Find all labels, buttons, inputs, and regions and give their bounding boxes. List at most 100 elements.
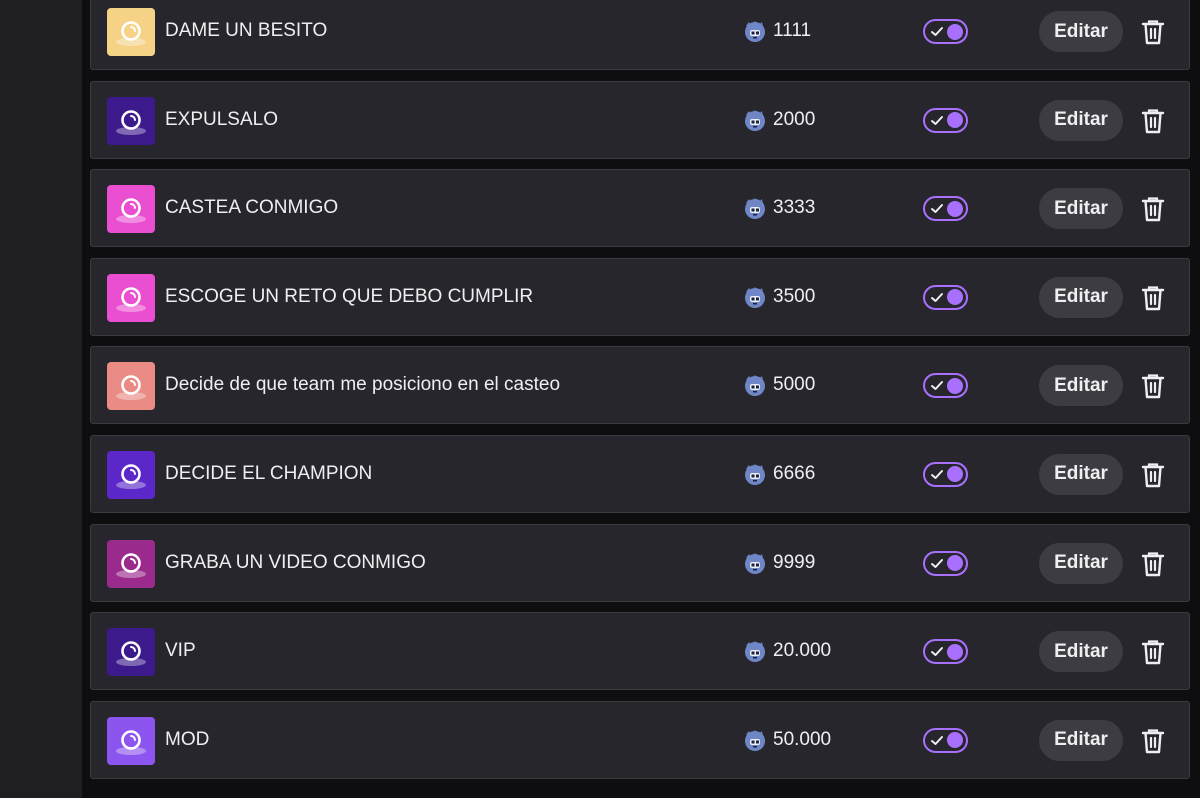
reward-icon <box>107 539 155 588</box>
edit-button[interactable]: Editar <box>1039 365 1123 407</box>
reward-title: DECIDE EL CHAMPION <box>165 462 373 484</box>
check-icon <box>931 381 943 391</box>
trash-icon[interactable] <box>1141 19 1165 45</box>
edit-button[interactable]: Editar <box>1039 11 1123 52</box>
enable-toggle[interactable] <box>923 373 968 399</box>
channel-points-icon <box>745 198 765 220</box>
reward-row: VIP 20.000 Editar <box>90 612 1190 691</box>
toggle-knob <box>947 643 963 660</box>
channel-points-icon <box>745 375 765 397</box>
enable-toggle[interactable] <box>923 107 968 133</box>
reward-cost: 3500 <box>741 259 815 335</box>
check-icon <box>931 469 943 479</box>
reward-icon <box>107 628 155 677</box>
channel-points-icon <box>745 641 765 663</box>
enable-toggle[interactable] <box>923 196 968 222</box>
trash-icon[interactable] <box>1141 639 1165 665</box>
trash-icon[interactable] <box>1141 462 1165 488</box>
reward-icon <box>107 273 155 322</box>
reward-cost: 50.000 <box>741 702 831 778</box>
channel-points-icon <box>745 463 765 485</box>
reward-cost: 6666 <box>741 436 815 512</box>
reward-cost-value: 9999 <box>773 551 816 573</box>
check-icon <box>931 115 943 125</box>
enable-toggle[interactable] <box>923 727 968 753</box>
check-icon <box>931 558 943 568</box>
reward-cost: 1111 <box>741 0 811 69</box>
edit-button[interactable]: Editar <box>1039 542 1123 584</box>
reward-list: DAME UN BESITO 1111 Editar EXPULSALO 200… <box>90 0 1190 789</box>
toggle-knob <box>947 555 963 572</box>
reward-cost-value: 1111 <box>773 20 812 41</box>
reward-row: ESCOGE UN RETO QUE DEBO CUMPLIR 3500 Edi… <box>90 257 1190 336</box>
enable-toggle[interactable] <box>923 550 968 576</box>
reward-icon <box>107 8 155 56</box>
toggle-knob <box>947 466 963 483</box>
trash-icon[interactable] <box>1141 551 1165 577</box>
reward-cost: 3333 <box>741 170 815 246</box>
enable-toggle[interactable] <box>923 639 968 665</box>
toggle-knob <box>947 732 963 749</box>
enable-toggle[interactable] <box>923 461 968 487</box>
reward-cost: 2000 <box>741 82 815 158</box>
reward-cost: 9999 <box>741 525 815 601</box>
edit-button[interactable]: Editar <box>1039 631 1123 673</box>
check-icon <box>931 292 943 302</box>
reward-icon <box>107 450 155 499</box>
reward-title: ESCOGE UN RETO QUE DEBO CUMPLIR <box>165 285 534 307</box>
reward-cost-value: 6666 <box>773 462 816 484</box>
enable-toggle[interactable] <box>923 19 968 44</box>
reward-cost: 5000 <box>741 347 815 423</box>
channel-points-icon <box>745 21 765 42</box>
edit-button[interactable]: Editar <box>1039 276 1123 318</box>
toggle-knob <box>947 289 963 306</box>
reward-cost-value: 2000 <box>773 108 816 130</box>
reward-cost-value: 20.000 <box>773 640 832 662</box>
check-icon <box>931 647 943 657</box>
reward-row: EXPULSALO 2000 Editar <box>90 80 1190 159</box>
reward-icon <box>107 362 155 411</box>
trash-icon[interactable] <box>1141 285 1165 311</box>
channel-points-icon <box>745 109 765 131</box>
trash-icon[interactable] <box>1141 373 1165 399</box>
edit-button[interactable]: Editar <box>1039 719 1123 761</box>
reward-title: DAME UN BESITO <box>165 20 328 41</box>
reward-row: DECIDE EL CHAMPION 6666 Editar <box>90 434 1190 513</box>
check-icon <box>931 735 943 745</box>
edit-button[interactable]: Editar <box>1039 99 1123 141</box>
edit-button[interactable]: Editar <box>1039 188 1123 230</box>
reward-title: GRABA UN VIDEO CONMIGO <box>165 551 426 573</box>
reward-row: GRABA UN VIDEO CONMIGO 9999 Editar <box>90 523 1190 602</box>
reward-title: VIP <box>165 640 196 662</box>
toggle-knob <box>947 112 963 129</box>
toggle-knob <box>947 377 963 394</box>
reward-title: MOD <box>165 728 210 750</box>
reward-title: CASTEA CONMIGO <box>165 197 339 219</box>
left-sidebar <box>0 0 82 798</box>
channel-points-icon <box>745 729 765 751</box>
reward-row: CASTEA CONMIGO 3333 Editar <box>90 169 1190 248</box>
trash-icon[interactable] <box>1141 728 1165 754</box>
channel-points-icon <box>745 552 765 574</box>
reward-icon <box>107 185 155 234</box>
reward-cost-value: 3333 <box>773 197 816 219</box>
reward-row: DAME UN BESITO 1111 Editar <box>90 0 1190 70</box>
reward-cost-value: 5000 <box>773 374 816 396</box>
reward-icon <box>107 96 155 145</box>
reward-cost: 20.000 <box>741 613 831 689</box>
reward-icon <box>107 716 155 765</box>
channel-points-icon <box>745 286 765 308</box>
reward-title: EXPULSALO <box>165 108 278 130</box>
trash-icon[interactable] <box>1141 196 1165 222</box>
check-icon <box>931 27 943 36</box>
edit-button[interactable]: Editar <box>1039 453 1123 495</box>
toggle-knob <box>947 23 963 40</box>
reward-title: Decide de que team me posiciono en el ca… <box>165 374 561 396</box>
reward-cost-value: 50.000 <box>773 728 832 750</box>
toggle-knob <box>947 200 963 217</box>
check-icon <box>931 204 943 214</box>
trash-icon[interactable] <box>1141 108 1165 134</box>
enable-toggle[interactable] <box>923 284 968 310</box>
reward-row: MOD 50.000 Editar <box>90 700 1190 779</box>
reward-row: Decide de que team me posiciono en el ca… <box>90 346 1190 425</box>
